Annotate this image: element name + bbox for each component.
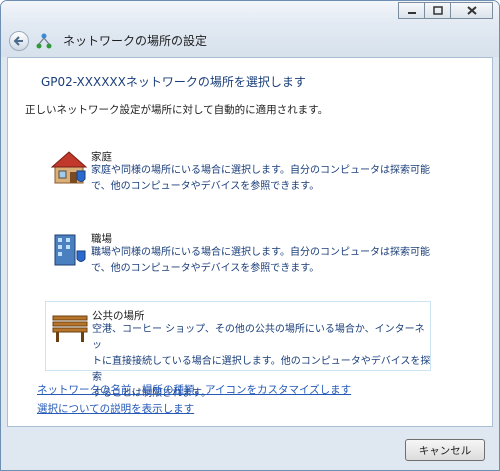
option-home-desc-line2: で、他のコンピュータやデバイスを参照できます。 (91, 181, 320, 192)
back-button[interactable] (9, 31, 29, 51)
minimize-icon (407, 11, 416, 14)
work-building-icon (54, 234, 86, 266)
option-work-desc-line1: 職場や同様の場所にいる場合に選択します。自分のコンピュータは探索可能 (91, 247, 430, 258)
option-public-desc-line1: 空港、コーヒー ショップ、その他の公共の場所にいる場合か、インターネッ (92, 324, 425, 351)
window-controls (398, 2, 493, 19)
dialog-window: ネットワークの場所の設定 GP02-XXXXXXネットワークの場所を選択します … (0, 0, 500, 471)
option-home-desc-line1: 家庭や同様の場所にいる場合に選択します。自分のコンピュータは探索可能 (91, 165, 430, 176)
minimize-button[interactable] (398, 2, 424, 19)
cancel-button[interactable]: キャンセル (405, 439, 485, 461)
window-title: ネットワークの場所の設定 (63, 34, 208, 48)
option-work[interactable]: 職場 職場や同様の場所にいる場合に選択します。自分のコンピュータは探索可能 で、… (45, 225, 431, 279)
option-work-desc: 職場や同様の場所にいる場合に選択します。自分のコンピュータは探索可能 で、他のコ… (91, 245, 431, 277)
back-arrow-icon (13, 36, 23, 46)
maximize-button[interactable] (424, 2, 450, 19)
close-icon (466, 6, 477, 15)
page-subtext: 正しいネットワーク設定が場所に対して自動的に適用されます。 (25, 104, 329, 116)
option-home-title: 家庭 (91, 151, 112, 163)
option-home[interactable]: 家庭 家庭や同様の場所にいる場合に選択します。自分のコンピュータは探索可能 で、… (45, 143, 431, 197)
option-home-desc: 家庭や同様の場所にいる場合に選択します。自分のコンピュータは探索可能 で、他のコ… (91, 163, 431, 195)
page-heading: GP02-XXXXXXネットワークの場所を選択します (41, 75, 306, 89)
title-bar: ネットワークの場所の設定 (1, 1, 499, 57)
home-icon (50, 151, 88, 184)
network-icon (36, 33, 52, 49)
customize-link[interactable]: ネットワークの名前、場所の種類、アイコンをカスタマイズします (37, 382, 351, 397)
maximize-icon (432, 6, 443, 15)
option-public-title: 公共の場所 (92, 310, 145, 322)
option-public[interactable]: 公共の場所 空港、コーヒー ショップ、その他の公共の場所にいる場合か、インターネ… (45, 301, 431, 399)
option-work-title: 職場 (91, 233, 112, 245)
option-work-desc-line2: で、他のコンピュータやデバイスを参照できます。 (91, 263, 320, 274)
explain-link[interactable]: 選択についての説明を表示します (37, 401, 194, 416)
close-button[interactable] (450, 2, 493, 19)
park-bench-icon (52, 315, 88, 342)
